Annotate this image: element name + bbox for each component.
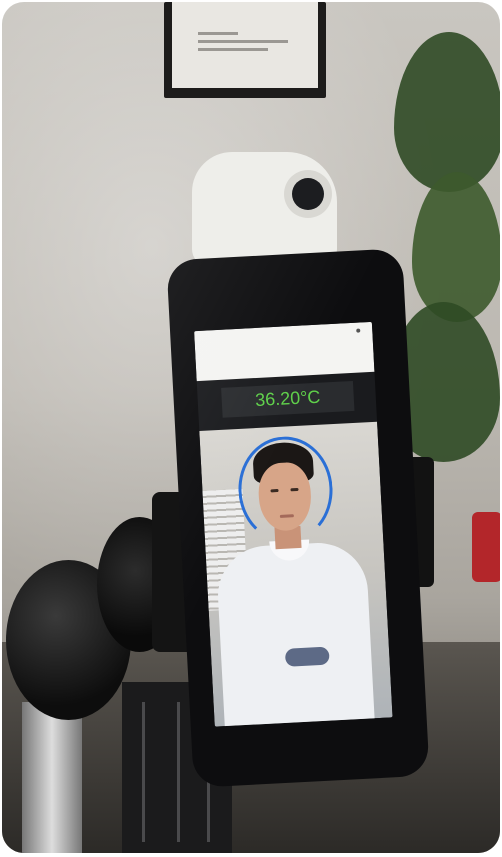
frame-text-line xyxy=(198,32,238,35)
person-shirt xyxy=(215,540,376,727)
phone: 36.20°C xyxy=(166,248,430,788)
temperature-value: 36.20°C xyxy=(254,386,321,411)
camera-lens-icon xyxy=(292,178,324,210)
frame-text-line xyxy=(198,40,288,43)
red-object xyxy=(472,512,500,582)
frame-text-line xyxy=(198,48,268,51)
photo: 36.20°C xyxy=(2,2,500,853)
app-bar-title xyxy=(195,340,373,349)
frame-mat xyxy=(172,2,318,88)
wall-picture-frame xyxy=(164,2,326,98)
status-dot-icon xyxy=(356,328,361,333)
temperature-display: 36.20°C xyxy=(221,380,355,418)
book-spine xyxy=(142,702,145,842)
app-bar xyxy=(194,321,375,382)
thermal-camera-module xyxy=(192,152,337,267)
face-detection-ring xyxy=(235,434,336,546)
camera-preview xyxy=(199,421,393,727)
status-badge-label xyxy=(285,650,329,652)
phone-screen: 36.20°C xyxy=(194,321,393,727)
status-badge[interactable] xyxy=(284,646,330,667)
mount-arm xyxy=(22,702,82,853)
book-spine xyxy=(177,702,180,842)
